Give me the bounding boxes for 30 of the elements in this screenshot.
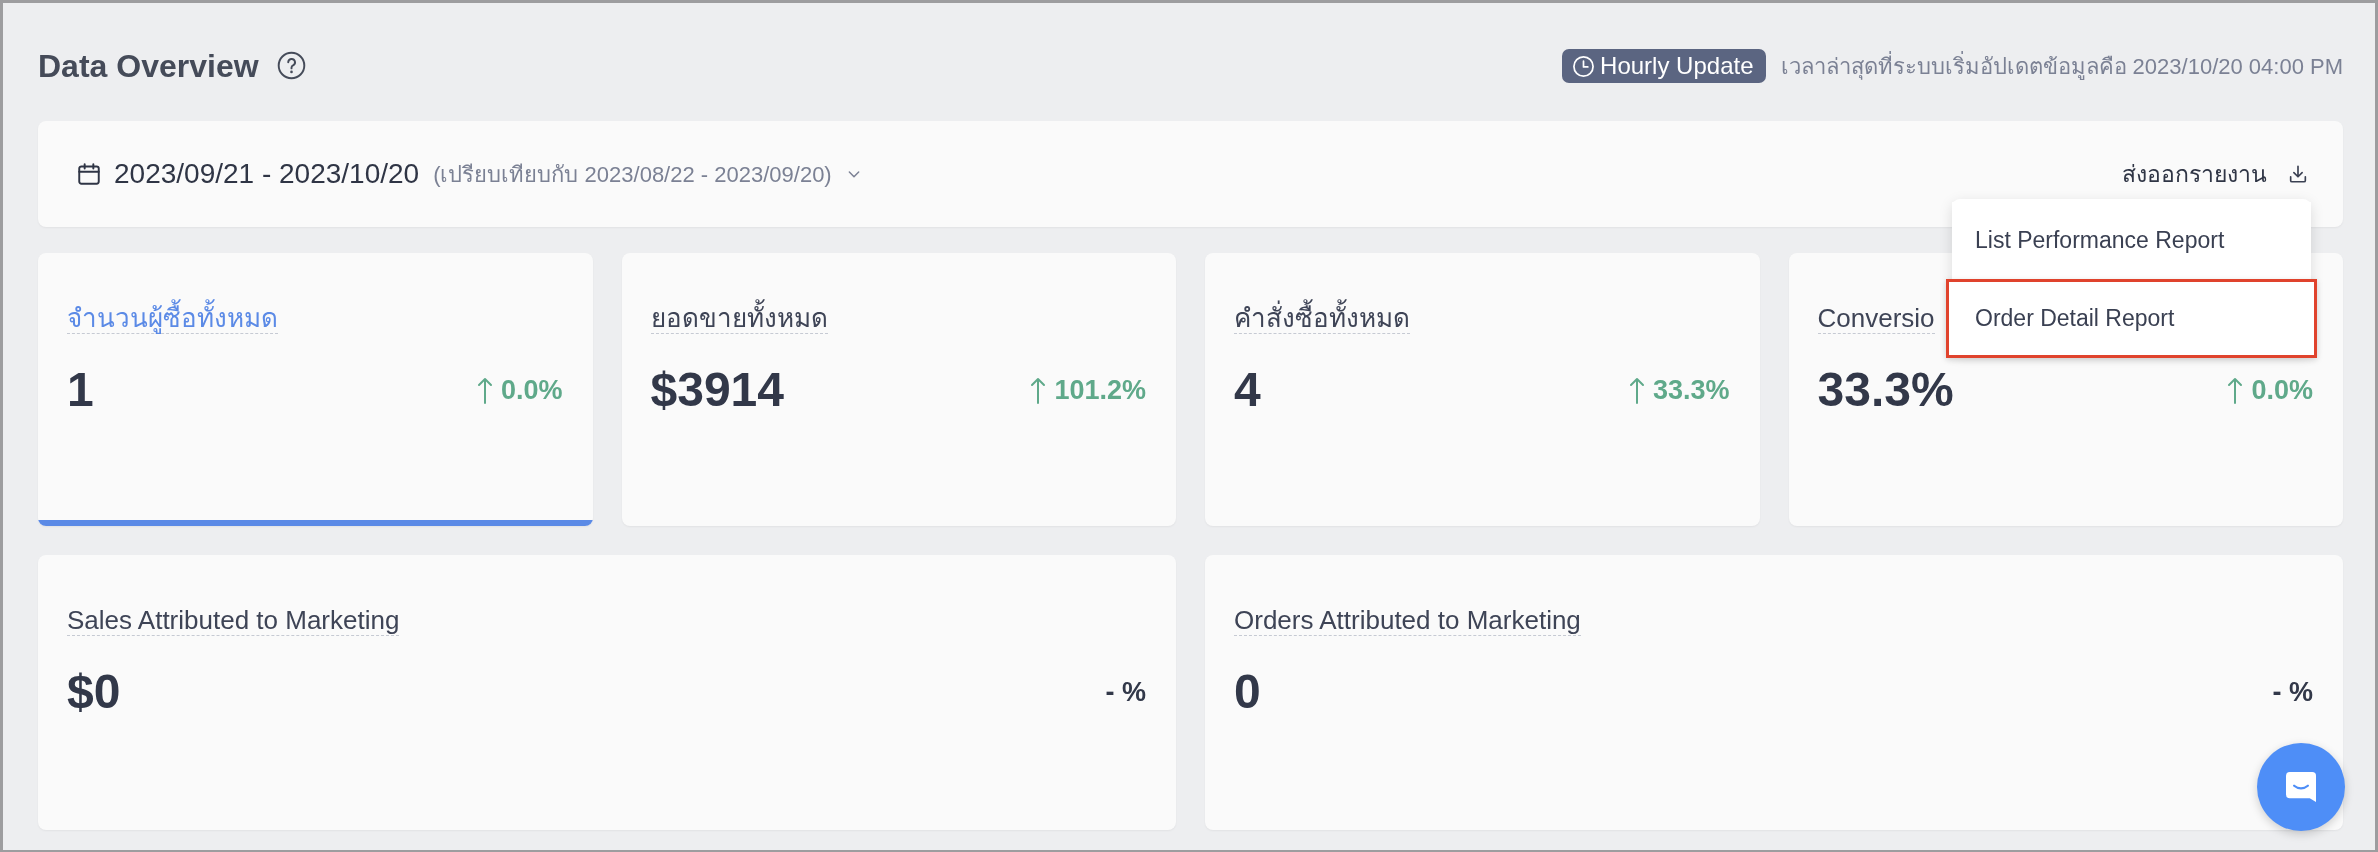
clock-icon [1572, 54, 1596, 78]
metric-change: - % [1105, 675, 1146, 709]
metric-change: - % [2272, 675, 2313, 709]
menu-item[interactable]: List Performance Report [1952, 202, 2311, 279]
update-badge-label: Hourly Update [1600, 51, 1754, 81]
metric-card[interactable]: จำนวนผู้ซื้อทั้งหมด 1 0.0% [38, 253, 593, 526]
date-range-text[interactable]: 2023/09/21 - 2023/10/20 [114, 153, 420, 195]
calendar-icon[interactable] [76, 161, 102, 187]
menu-item[interactable]: Order Detail Report [1946, 279, 2317, 358]
metric-card[interactable]: คำสั่งซื้อทั้งหมด 4 33.3% [1205, 253, 1760, 526]
help-icon[interactable] [276, 51, 306, 81]
metric-change: 0.0% [2251, 373, 2313, 407]
metric-label: Sales Attributed to Marketing [67, 605, 400, 636]
metric-card[interactable]: ยอดขายทั้งหมด $3914 101.2% [621, 253, 1176, 526]
metric-value: 4 [1234, 362, 1261, 418]
metric-value: $0 [67, 664, 121, 720]
metric-value: 1 [67, 362, 94, 418]
metric-label: Orders Attributed to Marketing [1234, 605, 1581, 636]
metric-value: 0 [1234, 664, 1261, 720]
export-button[interactable]: ส่งออกรายงาน [2122, 156, 2309, 192]
metric-label: Conversio [1817, 303, 1935, 334]
download-icon [2287, 163, 2309, 185]
metric-change: 0.0% [500, 373, 563, 407]
metric-value: 33.3% [1817, 362, 1954, 418]
metric-value: $3914 [650, 362, 784, 418]
metric-change: 33.3% [1652, 373, 1730, 407]
comparison-range-text: (เปรียบเทียบกับ 2023/08/22 - 2023/09/20) [433, 160, 832, 189]
page-title: Data Overview [38, 46, 259, 86]
last-update-text: เวลาล่าสุดที่ระบบเริ่มอัปเดตข้อมูลคือ 2023/10/20 04:00 PM [1780, 50, 2343, 82]
metric-change: 101.2% [1054, 373, 1146, 407]
